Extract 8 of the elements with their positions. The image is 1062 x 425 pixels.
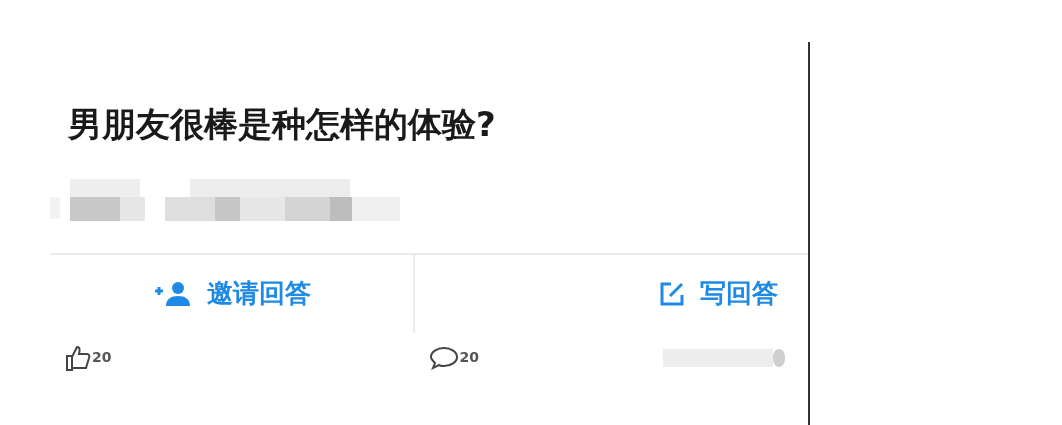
- invite-answer-button[interactable]: 邀请回答: [152, 274, 311, 314]
- thumbs-up-icon[interactable]: [64, 343, 92, 372]
- question-title: 男朋友很棒是种怎样的体验?: [68, 104, 496, 145]
- comment-count: 20: [459, 348, 479, 368]
- add-person-icon: [152, 279, 193, 308]
- like-count: 20: [92, 348, 112, 368]
- comment-icon[interactable]: [429, 344, 460, 371]
- write-answer-button[interactable]: 写回答: [658, 274, 778, 314]
